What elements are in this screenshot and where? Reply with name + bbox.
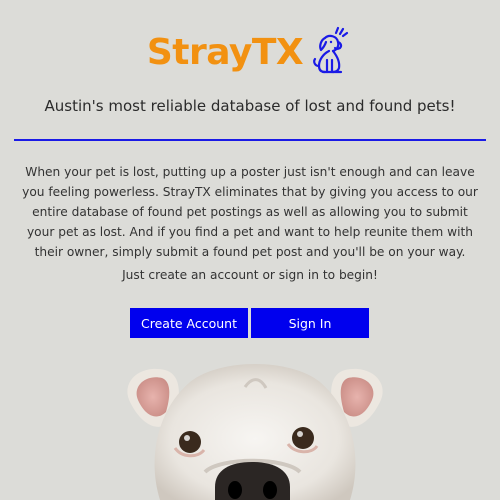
landing-page: StrayTX Austin's most reliable database …: [0, 0, 500, 500]
bulldog-photo: [127, 364, 383, 500]
dog-icon: [313, 26, 349, 74]
description-text: When your pet is lost, putting up a post…: [22, 165, 478, 259]
sign-in-button[interactable]: Sign In: [251, 308, 369, 338]
logo-text: StrayTX: [146, 32, 304, 73]
divider: [14, 139, 486, 141]
cta-text: Just create an account or sign in to beg…: [122, 268, 378, 282]
create-account-button[interactable]: Create Account: [130, 308, 248, 338]
tagline: Austin's most reliable database of lost …: [44, 97, 456, 115]
logo[interactable]: StrayTX: [0, 26, 500, 76]
